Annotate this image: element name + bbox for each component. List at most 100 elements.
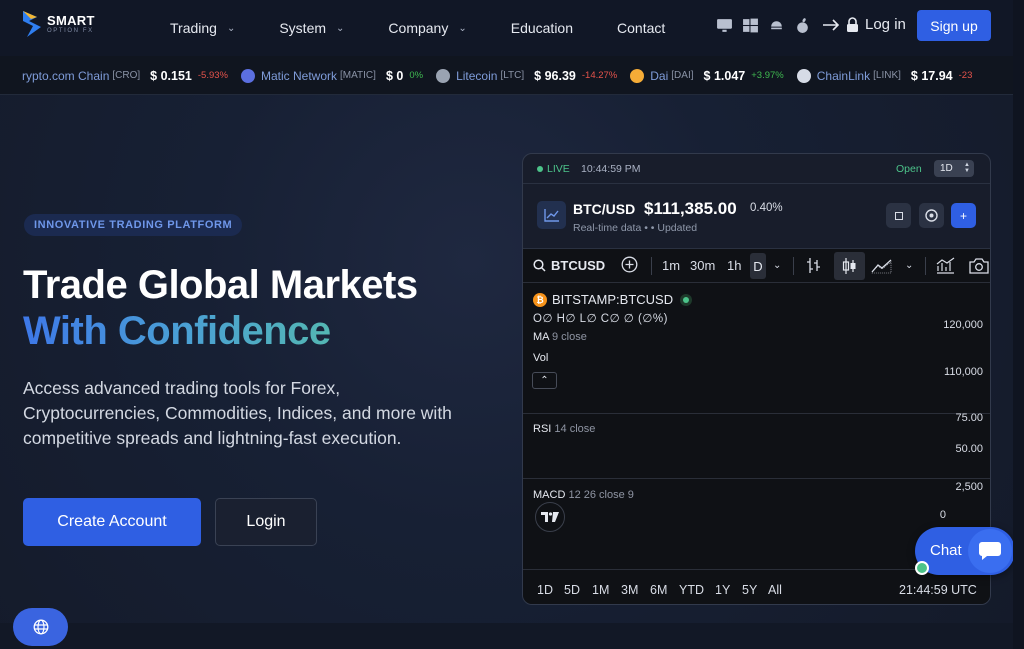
range-6m[interactable]: 6M <box>650 583 667 597</box>
ticker-item[interactable]: ChainLink [LINK] $ 17.94 -23 <box>796 68 973 83</box>
range-1y[interactable]: 1Y <box>715 583 730 597</box>
snapshot-button[interactable] <box>969 257 989 277</box>
compare-button[interactable] <box>621 256 638 276</box>
live-dot-icon <box>537 166 543 172</box>
ticker-name: ChainLink <box>816 68 871 83</box>
interval-1h[interactable]: 1h <box>727 258 741 273</box>
macd-indicator[interactable]: MACD 12 26 close 9 <box>533 489 634 501</box>
chevron-down-icon: ⌄ <box>458 22 467 34</box>
pane-divider[interactable] <box>523 413 990 414</box>
main-nav: Trading ⌄ System ⌄ Company ⌄ Education C… <box>170 0 709 56</box>
indicators-chart-button[interactable] <box>936 257 955 277</box>
ticker-item[interactable]: Litecoin [LTC] $ 96.39 -14.27% <box>436 68 617 83</box>
nav-item-contact[interactable]: Contact <box>617 20 665 36</box>
chat-label: Chat <box>930 542 962 559</box>
arrow-right-icon <box>823 18 840 31</box>
pane-divider[interactable] <box>523 478 990 479</box>
widget-time: 10:44:59 PM <box>581 163 641 175</box>
chevron-down-icon[interactable]: ⌄ <box>905 260 913 271</box>
range-1m[interactable]: 1M <box>592 583 609 597</box>
square-icon <box>894 211 903 220</box>
macd-params: 12 26 close 9 <box>568 489 634 501</box>
login-link[interactable]: Log in <box>822 16 906 33</box>
chat-button[interactable]: Chat <box>915 527 1015 575</box>
range-3m[interactable]: 3M <box>621 583 638 597</box>
chart-toolbar: BTCUSD 1m 30m 1h D ⌄ ⌄ <box>523 249 990 283</box>
timeframe-select[interactable]: 1D ▲ ▼ <box>934 160 974 177</box>
updown-arrows-icon: ▲ ▼ <box>964 162 970 174</box>
login-button[interactable]: Login <box>215 498 317 546</box>
ticker-track: rypto.com Chain [CRO] $ 0.151 -5.93% Matic N… <box>22 56 985 94</box>
android-icon[interactable] <box>768 17 785 34</box>
area-chart-button[interactable] <box>871 257 893 277</box>
hero-title-highlight: With Confidence <box>23 309 331 353</box>
symbol-search[interactable]: BTCUSD <box>533 258 605 273</box>
price-axis-label: 110,000 <box>944 366 983 378</box>
brand-logo[interactable]: SMART OPTION FX <box>23 11 95 37</box>
ticker-price: $ 96.39 <box>534 68 576 83</box>
hero-subtitle: Access advanced trading tools for Forex,… <box>23 378 452 448</box>
plus-icon: + <box>959 208 967 223</box>
macd-name: MACD <box>533 489 566 501</box>
target-button[interactable] <box>919 203 944 228</box>
macd-axis-label: 0 <box>939 509 946 521</box>
market-open-icon <box>680 293 693 306</box>
range-5d[interactable]: 5D <box>564 583 580 597</box>
brand-tagline: OPTION FX <box>47 28 94 34</box>
range-all[interactable]: All <box>768 583 782 597</box>
indicators-button[interactable] <box>806 257 821 277</box>
ticker-symbol: [MATIC] <box>340 70 376 81</box>
stop-button[interactable] <box>886 203 911 228</box>
collapse-legend-button[interactable]: ⌃ <box>532 372 557 389</box>
ticker-item[interactable]: rypto.com Chain [CRO] $ 0.151 -5.93% <box>22 69 228 83</box>
desktop-icon[interactable] <box>716 17 733 34</box>
ticker-item[interactable]: Matic Network [MATIC] $ 0 0% <box>240 68 423 83</box>
ticker-price: $ 17.94 <box>910 68 953 83</box>
range-ytd[interactable]: YTD <box>679 583 704 597</box>
rsi-indicator[interactable]: RSI 14 close <box>533 423 595 435</box>
rsi-axis-label: 75.00 <box>955 412 983 424</box>
volume-indicator[interactable]: Vol <box>533 352 548 364</box>
candles-button[interactable] <box>834 252 865 280</box>
ticker-name: rypto.com Chain <box>22 68 110 83</box>
target-icon <box>925 209 938 222</box>
create-account-button[interactable]: Create Account <box>23 498 201 546</box>
nav-item-label: Education <box>510 20 574 36</box>
pair-change: 0.40% <box>750 202 783 214</box>
pair-name: BTC/USD <box>573 201 636 217</box>
language-button[interactable] <box>13 608 68 646</box>
chevron-down-icon[interactable]: ⌄ <box>773 260 781 271</box>
ticker-item[interactable]: Dai [DAI] $ 1.047 +3.97% <box>630 68 784 83</box>
interval-d[interactable]: D <box>750 253 766 279</box>
nav-item-system[interactable]: System ⌄ <box>279 20 344 36</box>
scrollbar-track[interactable] <box>1013 0 1024 649</box>
nav-item-education[interactable]: Education <box>511 20 573 36</box>
ticker-symbol: [LTC] <box>500 70 525 81</box>
windows-icon[interactable] <box>742 17 759 34</box>
interval-30m[interactable]: 30m <box>690 258 715 273</box>
add-button[interactable]: + <box>951 203 976 228</box>
chainlink-icon <box>796 68 811 83</box>
price-axis-label: 120,000 <box>943 319 983 331</box>
ma-indicator[interactable]: MA 9 close <box>533 331 587 343</box>
apple-icon[interactable] <box>794 17 811 34</box>
camera-icon <box>969 258 989 274</box>
nav-item-company[interactable]: Company ⌄ <box>388 20 466 36</box>
ticker-change: -23 <box>958 70 973 81</box>
ma-name: MA <box>533 331 549 343</box>
bars-icon <box>807 258 820 273</box>
search-icon <box>533 259 546 272</box>
ticker-change: +3.97% <box>751 70 784 81</box>
nav-item-label: Contact <box>617 20 666 36</box>
ticker-name: Dai <box>650 68 669 83</box>
tradingview-logo-icon[interactable] <box>535 502 565 532</box>
chevron-up-icon: ⌃ <box>540 375 549 386</box>
hero-title: Trade Global Markets <box>23 263 418 307</box>
interval-1m[interactable]: 1m <box>662 258 680 273</box>
utc-clock[interactable]: 21:44:59 UTC <box>899 583 977 597</box>
range-5y[interactable]: 5Y <box>742 583 757 597</box>
ticker-price: $ 0 <box>385 68 404 83</box>
nav-item-trading[interactable]: Trading ⌄ <box>170 20 235 36</box>
signup-button[interactable]: Sign up <box>917 10 991 41</box>
range-1d[interactable]: 1D <box>537 583 553 597</box>
